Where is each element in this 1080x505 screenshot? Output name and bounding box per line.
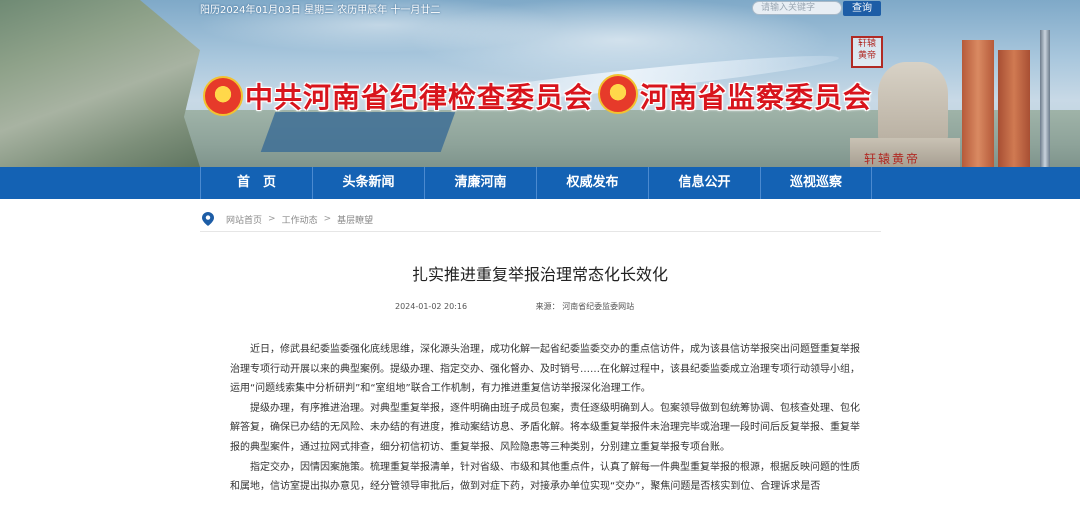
- banner-cliff-image: [0, 0, 200, 167]
- article-meta: 2024-01-02 20:16 来源： 河南省纪委监委网站: [395, 301, 634, 312]
- breadcrumb-separator: >: [323, 214, 332, 224]
- nav-item-headlines[interactable]: 头条新闻: [312, 167, 424, 199]
- article-paragraph: 提级办理，有序推进治理。对典型重复举报，逐件明确由班子成员包案，责任逐级明确到人…: [230, 402, 860, 453]
- nav-item-inspection[interactable]: 巡视巡察: [760, 167, 872, 199]
- search-button[interactable]: 查询: [843, 1, 881, 16]
- national-emblem-icon: [598, 74, 638, 114]
- breadcrumb-separator: >: [268, 214, 276, 224]
- article-source: 河南省纪委监委网站: [562, 302, 635, 311]
- twin-tower-right: [998, 50, 1030, 167]
- article-title: 扎实推进重复举报治理常态化长效化: [411, 265, 668, 284]
- main-nav: 首 页 头条新闻 清廉河南 权威发布 信息公开 巡视巡察: [0, 167, 1080, 199]
- article-body: 近日，修武县纪委监委强化底线思维，深化源头治理，成功化解一起省纪委监委交办的重点…: [230, 340, 860, 497]
- nav-item-releases[interactable]: 权威发布: [536, 167, 648, 199]
- org-title-supervision[interactable]: 河南省监察委员会: [640, 76, 872, 116]
- nav-item-home[interactable]: 首 页: [200, 167, 312, 199]
- breadcrumb-work-news[interactable]: 工作动态: [282, 213, 318, 226]
- statue-image: [878, 62, 948, 142]
- calligraphy-caption: 轩辕黄帝: [864, 152, 921, 166]
- tv-tower: [1040, 30, 1050, 167]
- location-pin-icon: [202, 212, 214, 226]
- breadcrumb-divider: [200, 231, 881, 232]
- search-input[interactable]: 请输入关键字: [752, 1, 842, 15]
- article-paragraph: 近日，修武县纪委监委强化底线思维，深化源头治理，成功化解一起省纪委监委交办的重点…: [230, 344, 860, 395]
- header-banner: 轩辕 黄帝 轩辕黄帝 阳历2024年01月03日 星期三 农历甲辰年 十一月廿二 …: [0, 0, 1080, 167]
- date-text: 阳历2024年01月03日 星期三 农历甲辰年 十一月廿二: [200, 5, 441, 16]
- nav-item-disclosure[interactable]: 信息公开: [648, 167, 760, 199]
- nav-item-clean-henan[interactable]: 清廉河南: [424, 167, 536, 199]
- article-date: 2024-01-02 20:16: [395, 302, 468, 311]
- red-seal-stamp: 轩辕 黄帝: [851, 36, 883, 68]
- banner-reservoir: [260, 112, 456, 152]
- party-emblem-icon: [203, 76, 243, 116]
- breadcrumb: 网站首页 > 工作动态 > 基层瞭望: [202, 211, 373, 227]
- source-label: 来源：: [535, 302, 560, 311]
- org-title-commission[interactable]: 中共河南省纪律检查委员会: [245, 76, 593, 116]
- breadcrumb-home[interactable]: 网站首页: [226, 213, 262, 226]
- article-paragraph: 指定交办，因情因案施策。梳理重复举报清单，针对省级、市级和其他重点件，认真了解每…: [230, 461, 860, 493]
- twin-tower-left: [962, 40, 994, 167]
- breadcrumb-grassroots[interactable]: 基层瞭望: [337, 213, 373, 226]
